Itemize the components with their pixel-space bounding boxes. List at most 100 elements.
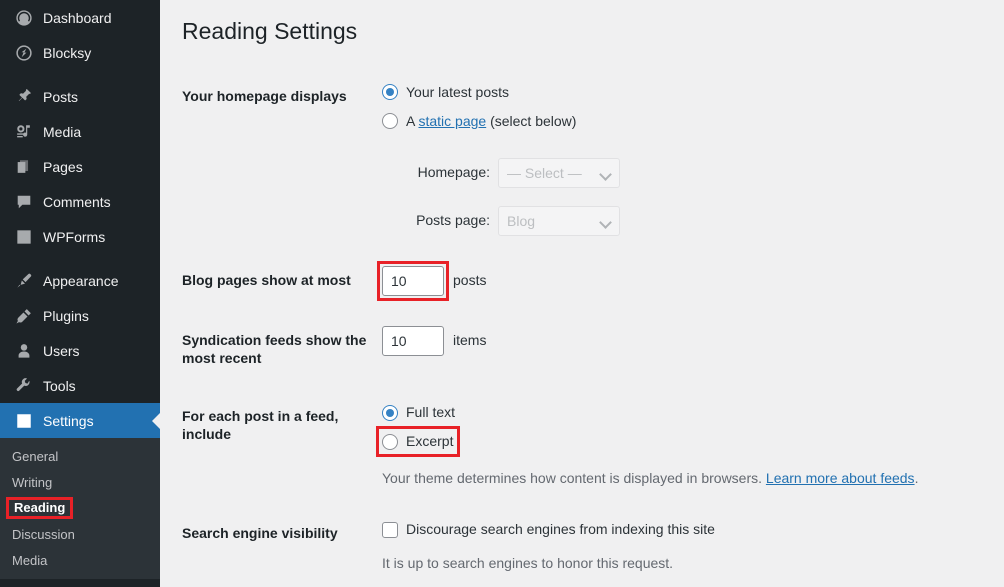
sliders-icon — [14, 411, 34, 431]
homepage-select-label: Homepage: — [417, 164, 490, 181]
sidebar-item-wpforms[interactable]: WPForms — [0, 219, 160, 254]
radio-static-page-indicator[interactable] — [382, 113, 398, 130]
syndication-feeds-input[interactable] — [382, 325, 444, 356]
pin-icon — [14, 87, 34, 107]
syndication-feeds-inline: items — [382, 325, 984, 356]
submenu-item-media[interactable]: Media — [0, 547, 160, 573]
media-icon — [14, 122, 34, 142]
syndication-feeds-row: Syndication feeds show the most recent i… — [182, 311, 994, 387]
wrench-icon — [14, 376, 34, 396]
posts-page-select-label: Posts page: — [416, 212, 490, 229]
sidebar-item-label: WPForms — [43, 228, 106, 245]
feed-description-suffix: . — [914, 470, 919, 487]
sidebar-item-plugins[interactable]: Plugins — [0, 298, 160, 333]
radio-latest-posts[interactable]: Your latest posts — [382, 82, 984, 103]
search-visibility-description: It is up to search engines to honor this… — [382, 555, 674, 572]
paintbrush-icon — [14, 271, 34, 291]
sidebar-item-dashboard[interactable]: Dashboard — [0, 0, 160, 35]
blog-pages-highlight-box — [377, 260, 449, 301]
submenu-item-writing[interactable]: Writing — [0, 469, 160, 495]
homepage-select[interactable]: — Select — — [498, 157, 620, 188]
sidebar-item-label: Pages — [43, 158, 83, 175]
pages-icon — [14, 157, 34, 177]
radio-full-text-label: Full text — [406, 404, 456, 421]
radio-static-page-label: A static page (select below) — [406, 111, 576, 132]
feed-description-prefix: Your theme determines how content is dis… — [382, 470, 766, 487]
radio-excerpt-indicator[interactable] — [382, 433, 398, 450]
submenu-item-discussion[interactable]: Discussion — [0, 521, 160, 547]
sidebar-item-users[interactable]: Users — [0, 333, 160, 368]
static-page-prefix: A — [406, 112, 419, 129]
radio-excerpt-wrapper: Excerpt — [376, 426, 984, 458]
reading-highlight-box: Reading — [6, 497, 74, 519]
homepage-select-wrapper: — Select — — [498, 157, 620, 188]
discourage-search-label: Discourage search engines from indexing … — [406, 521, 715, 538]
learn-more-feeds-link[interactable]: Learn more about feeds — [766, 470, 915, 486]
posts-page-select-row: Posts page: Blog — [382, 205, 984, 236]
sidebar-item-posts[interactable]: Posts — [0, 79, 160, 114]
submenu-item-label: Discussion — [12, 526, 75, 542]
admin-sidebar: Dashboard Blocksy Posts Media Pages Comm… — [0, 0, 160, 587]
radio-excerpt-label: Excerpt — [406, 433, 454, 450]
search-visibility-label: Search engine visibility — [182, 525, 338, 542]
blog-pages-row: Blog pages show at most posts — [182, 251, 994, 311]
blog-pages-unit: posts — [453, 272, 487, 289]
search-visibility-row: Search engine visibility Discourage sear… — [182, 504, 994, 587]
homepage-displays-field: Your latest posts A static page (select … — [382, 67, 994, 251]
feed-include-label: For each post in a feed, include — [182, 408, 339, 443]
feed-include-description: Your theme determines how content is dis… — [382, 468, 984, 489]
syndication-feeds-unit: items — [453, 332, 487, 349]
sidebar-item-label: Settings — [43, 412, 94, 429]
sidebar-item-label: Tools — [43, 377, 76, 394]
user-icon — [14, 341, 34, 361]
page-title: Reading Settings — [182, 18, 358, 44]
sidebar-item-label: Posts — [43, 88, 79, 105]
sidebar-item-media[interactable]: Media — [0, 114, 160, 149]
radio-full-text[interactable]: Full text — [382, 402, 984, 423]
comment-bubble-icon — [14, 192, 34, 212]
search-visibility-field: Discourage search engines from indexing … — [382, 504, 994, 587]
radio-latest-posts-label: Your latest posts — [406, 83, 509, 100]
feed-include-row: For each post in a feed, include Full te… — [182, 387, 994, 504]
syndication-feeds-field: items — [382, 311, 994, 387]
sidebar-item-label: Blocksy — [43, 44, 92, 61]
sidebar-item-blocksy[interactable]: Blocksy — [0, 35, 160, 70]
submenu-item-label: Reading — [14, 500, 66, 515]
sidebar-item-tools[interactable]: Tools — [0, 368, 160, 403]
submenu-item-label: Media — [12, 552, 48, 568]
blog-pages-input[interactable] — [382, 265, 444, 296]
homepage-select-row: Homepage: — Select — — [382, 157, 984, 188]
radio-full-text-indicator[interactable] — [382, 404, 398, 421]
sidebar-item-label: Users — [43, 342, 80, 359]
submenu-item-label: General — [12, 448, 59, 464]
static-page-link[interactable]: static page — [418, 113, 486, 129]
posts-page-select[interactable]: Blog — [498, 205, 620, 236]
sidebar-item-label: Appearance — [43, 272, 119, 289]
sidebar-item-comments[interactable]: Comments — [0, 184, 160, 219]
submenu-item-general[interactable]: General — [0, 443, 160, 469]
sidebar-item-appearance[interactable]: Appearance — [0, 263, 160, 298]
main-content: Reading Settings Your homepage displays … — [160, 0, 1004, 587]
checkbox-discourage-search[interactable]: Discourage search engines from indexing … — [382, 519, 984, 540]
submenu-item-label: Writing — [12, 474, 53, 490]
submenu-item-reading[interactable]: Reading — [0, 495, 160, 521]
sidebar-item-label: Plugins — [43, 307, 89, 324]
sidebar-item-settings[interactable]: Settings — [0, 403, 160, 438]
sidebar-item-label: Media — [43, 123, 82, 140]
sidebar-item-label: Dashboard — [43, 9, 112, 26]
homepage-displays-row: Your homepage displays Your latest posts… — [182, 67, 994, 251]
blocksy-icon — [14, 43, 34, 63]
wpforms-icon — [14, 227, 34, 247]
discourage-search-checkbox[interactable] — [382, 521, 398, 538]
sidebar-item-label: Comments — [43, 193, 111, 210]
radio-static-page[interactable]: A static page (select below) — [382, 111, 984, 132]
plug-icon — [14, 306, 34, 326]
sidebar-separator — [0, 70, 160, 79]
sidebar-separator — [0, 254, 160, 263]
posts-page-select-wrapper: Blog — [498, 205, 620, 236]
sidebar-item-pages[interactable]: Pages — [0, 149, 160, 184]
blog-pages-field: posts — [377, 251, 994, 311]
syndication-feeds-label: Syndication feeds show the most recent — [182, 331, 367, 367]
static-page-suffix: (select below) — [486, 112, 577, 129]
radio-latest-posts-indicator[interactable] — [382, 84, 398, 101]
